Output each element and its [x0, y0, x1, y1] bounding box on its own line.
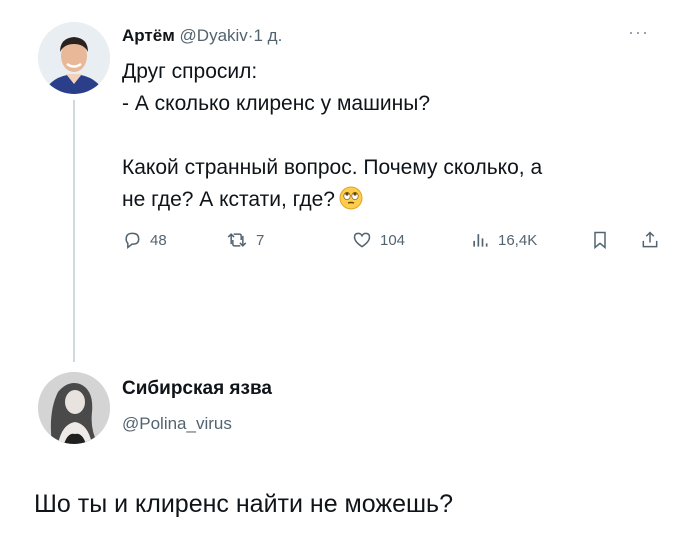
- tweet-line: Какой странный вопрос. Почему сколько, а: [122, 156, 543, 179]
- tweet-line-last: не где? А кстати, где?: [122, 184, 662, 216]
- tweet-timestamp[interactable]: 1 д.: [253, 26, 282, 45]
- retweet-button[interactable]: 7: [226, 230, 264, 250]
- reply-count: 48: [150, 231, 167, 249]
- reply-text: Шо ты и клиренс найти не можешь?: [34, 490, 453, 518]
- retweet-icon: [227, 233, 247, 247]
- retweet-count: 7: [256, 231, 265, 249]
- views-button[interactable]: 16,4K: [470, 230, 537, 250]
- bookmark-button[interactable]: [590, 230, 610, 250]
- tweet-line: не где? А кстати, где?: [122, 188, 335, 211]
- share-button[interactable]: [640, 230, 660, 250]
- author-handle[interactable]: @Dyakiv: [180, 26, 248, 45]
- bookmark-icon: [594, 231, 606, 250]
- views-count: 16,4K: [498, 231, 538, 249]
- tweet-actions: 48 7 104 16,4K: [122, 224, 670, 260]
- reply-button[interactable]: 48: [122, 230, 167, 250]
- like-button[interactable]: 104: [352, 230, 405, 250]
- views-icon: [473, 234, 488, 247]
- tweet-line: - А сколько клиренс у машины?: [122, 92, 431, 115]
- avatar-photo: [38, 372, 110, 444]
- tweet-header: Артём @Dyakiv·1 д.: [122, 26, 282, 46]
- thread-line: [73, 100, 75, 362]
- more-options-icon[interactable]: ···: [628, 22, 649, 43]
- reply-icon: [125, 232, 140, 250]
- author-avatar[interactable]: [38, 22, 110, 94]
- tweet-line: Друг спросил:: [122, 60, 258, 83]
- heart-icon: [353, 232, 371, 248]
- rolling-eyes-emoji-icon: [339, 186, 363, 210]
- reply-author-handle[interactable]: @Polina_virus: [122, 414, 232, 434]
- author-name[interactable]: Артём: [122, 26, 175, 45]
- reply-author-name[interactable]: Сибирская язва: [122, 378, 272, 400]
- tweet-text: Друг спросил: - А сколько клиренс у маши…: [122, 56, 662, 216]
- like-count: 104: [380, 231, 406, 249]
- share-icon: [642, 231, 658, 248]
- avatar-photo: [38, 22, 110, 94]
- reply-author-avatar[interactable]: [38, 372, 110, 444]
